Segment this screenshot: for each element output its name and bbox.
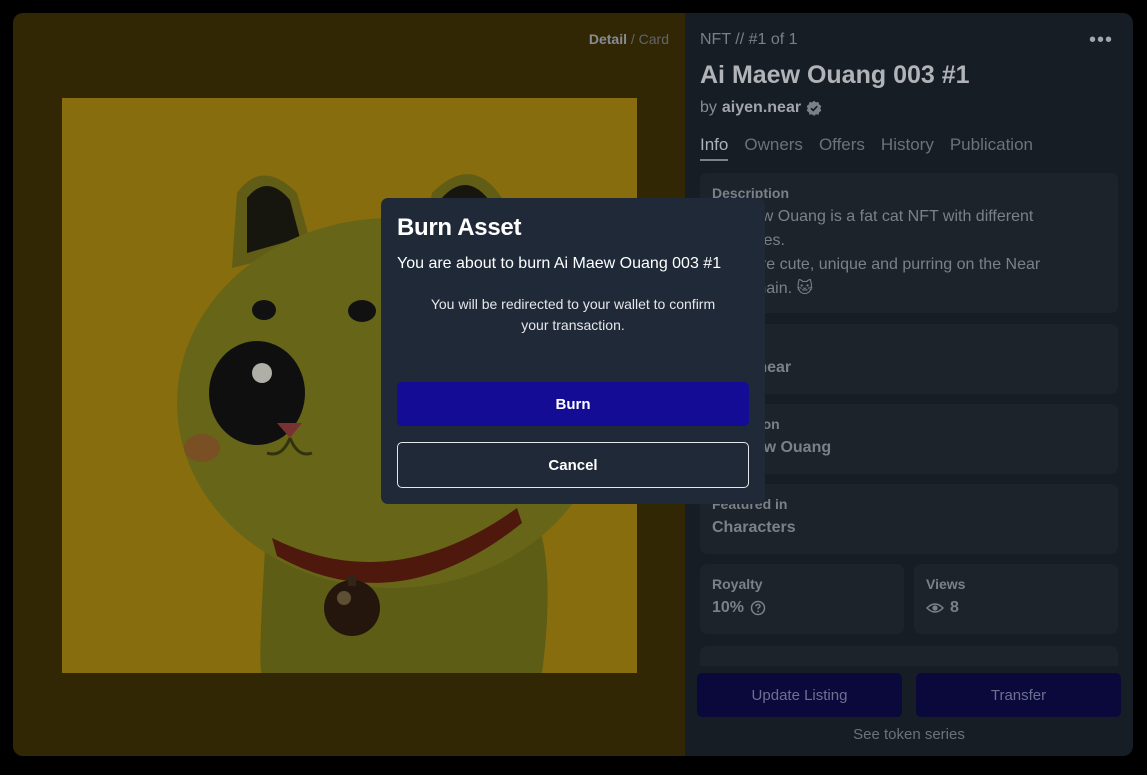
- cancel-button[interactable]: Cancel: [397, 442, 749, 488]
- modal-subtitle: You are about to burn Ai Maew Ouang 003 …: [397, 255, 722, 272]
- modal-note: You will be redirected to your wallet to…: [430, 296, 716, 333]
- modal-title: Burn Asset: [397, 214, 522, 241]
- burn-button[interactable]: Burn: [397, 382, 749, 426]
- burn-asset-modal: Burn Asset You are about to burn Ai Maew…: [381, 198, 765, 504]
